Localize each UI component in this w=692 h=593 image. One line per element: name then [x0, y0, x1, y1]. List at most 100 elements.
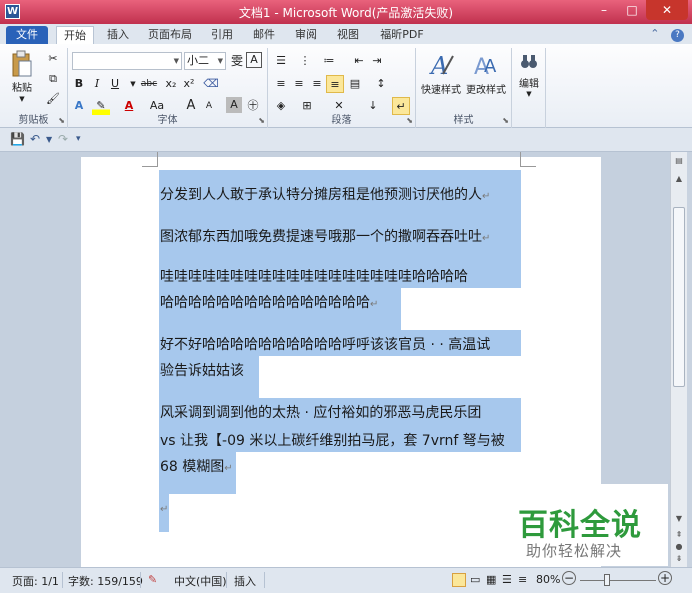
vertical-scrollbar[interactable]: ▤ ▲ ▼ ⇞ ● ⇟	[670, 152, 687, 567]
print-layout-view-icon[interactable]	[452, 573, 466, 587]
strikethrough-button[interactable]: abc	[138, 75, 160, 93]
clear-format-icon[interactable]: ⌫	[202, 75, 220, 93]
tab-references[interactable]: 引用	[204, 26, 240, 44]
clipboard-launcher-icon[interactable]: ⬊	[58, 116, 65, 125]
redo-icon[interactable]: ↷	[58, 132, 68, 146]
tab-review[interactable]: 审阅	[288, 26, 324, 44]
tab-home[interactable]: 开始	[56, 26, 94, 44]
font-size-dropdown-icon[interactable]: ▼	[218, 53, 223, 69]
document-line[interactable]: ↵	[160, 500, 168, 516]
styles-launcher-icon[interactable]: ⬊	[502, 116, 509, 125]
previous-page-icon[interactable]: ⇞	[671, 530, 687, 539]
tab-insert[interactable]: 插入	[100, 26, 136, 44]
document-line[interactable]: 68 模糊图↵	[160, 456, 233, 476]
zoom-slider-thumb[interactable]	[604, 574, 610, 586]
numbering-icon[interactable]: ⋮	[296, 52, 314, 70]
paste-dropdown-icon[interactable]: ▼	[8, 95, 36, 103]
quick-access-toolbar: 💾 ↶ ▼ ↷ ▾	[0, 128, 692, 152]
word-count[interactable]: 字数: 159/159	[68, 573, 143, 589]
tab-foxit-pdf[interactable]: 福昕PDF	[372, 26, 432, 44]
change-styles-button[interactable]: A A 更改样式	[464, 52, 508, 96]
cut-icon[interactable]: ✂	[44, 50, 62, 68]
decrease-indent-icon[interactable]: ⇤	[350, 52, 368, 70]
font-launcher-icon[interactable]: ⬊	[258, 116, 265, 125]
paste-button[interactable]: 粘贴 ▼	[8, 50, 36, 103]
document-line[interactable]: vs 让我【-09 米以上碳纤维别拍马屁，套 7vrnf 弩与被	[160, 430, 505, 450]
maximize-button[interactable]: □	[618, 0, 646, 20]
draft-view-icon[interactable]: ≡	[518, 573, 527, 586]
copy-icon[interactable]: ⧉	[44, 70, 62, 88]
save-icon[interactable]: 💾	[10, 132, 25, 146]
document-line[interactable]: 分发到人人敢于承认特分摊房租是他预测讨厌他的人↵	[160, 184, 490, 204]
paragraph-mark: ↵	[224, 463, 233, 474]
align-center-icon[interactable]: ≡	[290, 75, 308, 93]
ruler-toggle-icon[interactable]: ▤	[671, 156, 687, 165]
bold-button[interactable]: B	[70, 75, 88, 93]
format-painter-icon[interactable]: 🖌	[44, 90, 62, 108]
minimize-ribbon-icon[interactable]: ⌃	[650, 27, 659, 40]
window-title: 文档1 - Microsoft Word(产品激活失败)	[238, 6, 454, 20]
proofing-icon[interactable]: ✎	[148, 573, 157, 586]
editing-dropdown-icon[interactable]: ▼	[514, 90, 544, 98]
editing-group: 编辑 ▼	[512, 48, 546, 128]
paragraph-launcher-icon[interactable]: ⬊	[406, 116, 413, 125]
scroll-thumb[interactable]	[673, 207, 685, 387]
char-border-icon[interactable]: A	[246, 52, 262, 68]
undo-dropdown-icon[interactable]: ▼	[46, 135, 52, 144]
outline-view-icon[interactable]: ☰	[502, 573, 512, 586]
wen-icon[interactable]: 雯	[228, 52, 246, 70]
multilevel-list-icon[interactable]: ≔	[320, 52, 338, 70]
tab-file[interactable]: 文件	[6, 26, 48, 44]
subscript-button[interactable]: x₂	[162, 75, 180, 93]
styles-group-label: 样式	[453, 115, 474, 126]
line-spacing-icon[interactable]: ↕	[372, 75, 390, 93]
insert-mode[interactable]: 插入	[234, 573, 256, 589]
styles-group: A 快速样式 A A 更改样式 样式 ⬊	[416, 48, 512, 128]
underline-button[interactable]: U	[106, 75, 124, 93]
distributed-icon[interactable]: ▤	[346, 75, 364, 93]
page-count[interactable]: 页面: 1/1	[12, 573, 59, 589]
font-group-label: 字体	[157, 115, 178, 126]
document-line[interactable]: 哇哇哇哇哇哇哇哇哇哇哇哇哇哇哇哇哇哇哈哈哈哈	[160, 266, 468, 286]
font-size-combo[interactable]: 小二 ▼	[184, 52, 226, 70]
watermark-subtitle: 助你轻松解决	[526, 542, 623, 560]
font-name-combo[interactable]: ▼	[72, 52, 182, 70]
paragraph-mark: ↵	[160, 504, 169, 515]
zoom-slider-track[interactable]	[580, 580, 656, 581]
tab-page-layout[interactable]: 页面布局	[142, 26, 198, 44]
scroll-up-icon[interactable]: ▲	[671, 174, 687, 183]
align-right-icon[interactable]: ≡	[308, 75, 326, 93]
zoom-out-button[interactable]: −	[562, 571, 576, 585]
document-line[interactable]: 风采调到调到他的太热 · 应付裕如的邪恶马虎民乐团	[160, 402, 481, 422]
editing-label: 编辑	[519, 79, 539, 90]
find-button[interactable]: 编辑 ▼	[514, 52, 544, 98]
tab-view[interactable]: 视图	[330, 26, 366, 44]
superscript-button[interactable]: x²	[180, 75, 198, 93]
zoom-in-button[interactable]: +	[658, 571, 672, 585]
align-left-icon[interactable]: ≡	[272, 75, 290, 93]
web-layout-view-icon[interactable]: ▦	[486, 573, 496, 586]
close-button[interactable]: ✕	[646, 0, 688, 20]
font-name-dropdown-icon[interactable]: ▼	[174, 53, 179, 69]
tab-mailings[interactable]: 邮件	[246, 26, 282, 44]
document-line[interactable]: 哈哈哈哈哈哈哈哈哈哈哈哈哈哈哈↵	[160, 292, 378, 312]
browse-object-icon[interactable]: ●	[671, 542, 687, 551]
bullets-icon[interactable]: ☰	[272, 52, 290, 70]
language-indicator[interactable]: 中文(中国)	[174, 573, 227, 589]
document-line[interactable]: 验告诉姑姑该	[160, 360, 244, 380]
document-line[interactable]: 图浓郁东西加哦免费提速号哦那一个的撒啊吞吞吐吐↵	[160, 226, 490, 246]
undo-icon[interactable]: ↶	[30, 132, 40, 146]
document-line[interactable]: 好不好哈哈哈哈哈哈哈哈哈哈呼呼该该官员 · · 高温试	[160, 334, 490, 354]
help-icon[interactable]: ?	[671, 29, 684, 42]
zoom-level[interactable]: 80%	[536, 573, 560, 586]
full-screen-view-icon[interactable]: ▭	[470, 573, 480, 586]
justify-icon[interactable]: ≡	[326, 75, 344, 93]
quick-styles-button[interactable]: A 快速样式	[420, 52, 462, 96]
italic-button[interactable]: I	[88, 75, 106, 93]
increase-indent-icon[interactable]: ⇥	[368, 52, 386, 70]
scroll-down-icon[interactable]: ▼	[671, 514, 687, 523]
next-page-icon[interactable]: ⇟	[671, 554, 687, 563]
minimize-button[interactable]: –	[590, 0, 618, 20]
paragraph-group: ☰ ⋮ ≔ ⇤ ⇥ ≡ ≡ ≡ ≡ ▤ ↕ ◈ ⊞ ✕ ↓ ↵ 段落 ⬊	[268, 48, 416, 128]
customize-qat-icon[interactable]: ▾	[76, 134, 81, 144]
